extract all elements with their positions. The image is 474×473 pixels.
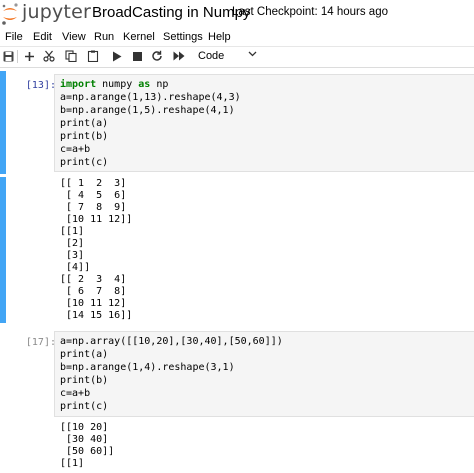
menu-view[interactable]: View — [62, 31, 86, 43]
menu-settings[interactable]: Settings — [163, 31, 203, 43]
code-line: b=np.arange(1,4).reshape(3,1) — [60, 362, 235, 373]
scissors-icon[interactable] — [42, 49, 56, 63]
menu-help[interactable]: Help — [208, 31, 231, 43]
copy-icon[interactable] — [64, 49, 78, 63]
paste-icon[interactable] — [86, 49, 100, 63]
toolbar: Code — [0, 47, 474, 68]
notebook-header: jupyter BroadCasting in Numpy Last Check… — [0, 0, 474, 28]
output-line: [[1] — [60, 458, 85, 469]
code-line: print(b) — [60, 131, 109, 142]
menu-edit[interactable]: Edit — [33, 31, 52, 43]
cell-2-prompt: [17]: — [25, 337, 56, 348]
code-line: c=a+b — [60, 388, 91, 399]
toolbar-divider — [17, 50, 18, 63]
run-icon[interactable] — [110, 49, 124, 63]
chevron-down-icon — [248, 49, 257, 61]
code-keyword: import — [60, 79, 97, 90]
notebook-panel: [13]: import numpy as np a=np.arange(1,1… — [0, 68, 474, 473]
cell-1-prompt: [13]: — [25, 80, 56, 91]
plus-icon[interactable] — [22, 49, 36, 63]
output-collapse-bar[interactable] — [0, 177, 6, 323]
menu-run[interactable]: Run — [94, 31, 114, 43]
cell-1-code-editor[interactable]: import numpy as np a=np.arange(1,13).res… — [54, 74, 474, 172]
stop-icon[interactable] — [130, 49, 144, 63]
code-keyword: as — [138, 79, 151, 90]
save-icon[interactable] — [1, 49, 15, 63]
cell-type-value: Code — [198, 50, 225, 62]
jupyter-logo-icon — [2, 3, 18, 25]
output-line: [14 15 16]] — [60, 310, 133, 321]
menu-kernel[interactable]: Kernel — [123, 31, 155, 43]
jupyter-logo-text: jupyter — [22, 1, 91, 23]
code-text: numpy — [96, 79, 139, 90]
code-line: print(c) — [60, 157, 109, 168]
fast-forward-icon[interactable] — [172, 49, 186, 63]
menu-bar: File Edit View Run Kernel Settings Help — [0, 28, 474, 47]
code-line: b=np.arange(1,5).reshape(4,1) — [60, 105, 235, 116]
code-line: a=np.array([[10,20],[30,40],[50,60]]) — [60, 336, 283, 347]
active-cell-indicator — [0, 71, 6, 174]
checkpoint-status: Last Checkpoint: 14 hours ago — [232, 6, 388, 18]
code-line: print(a) — [60, 118, 109, 129]
notebook-title[interactable]: BroadCasting in Numpy — [92, 4, 250, 21]
cell-2-code-editor[interactable]: a=np.array([[10,20],[30,40],[50,60]]) pr… — [54, 331, 474, 417]
cell-type-dropdown[interactable]: Code — [193, 48, 263, 64]
code-line: a=np.arange(1,13).reshape(4,3) — [60, 92, 241, 103]
code-text: np — [150, 79, 169, 90]
code-line: print(a) — [60, 349, 109, 360]
menu-file[interactable]: File — [5, 31, 23, 43]
code-line: c=a+b — [60, 144, 91, 155]
code-line: import numpy as np — [60, 78, 168, 91]
code-line: print(c) — [60, 401, 109, 412]
code-line: print(b) — [60, 375, 109, 386]
restart-icon[interactable] — [150, 49, 164, 63]
